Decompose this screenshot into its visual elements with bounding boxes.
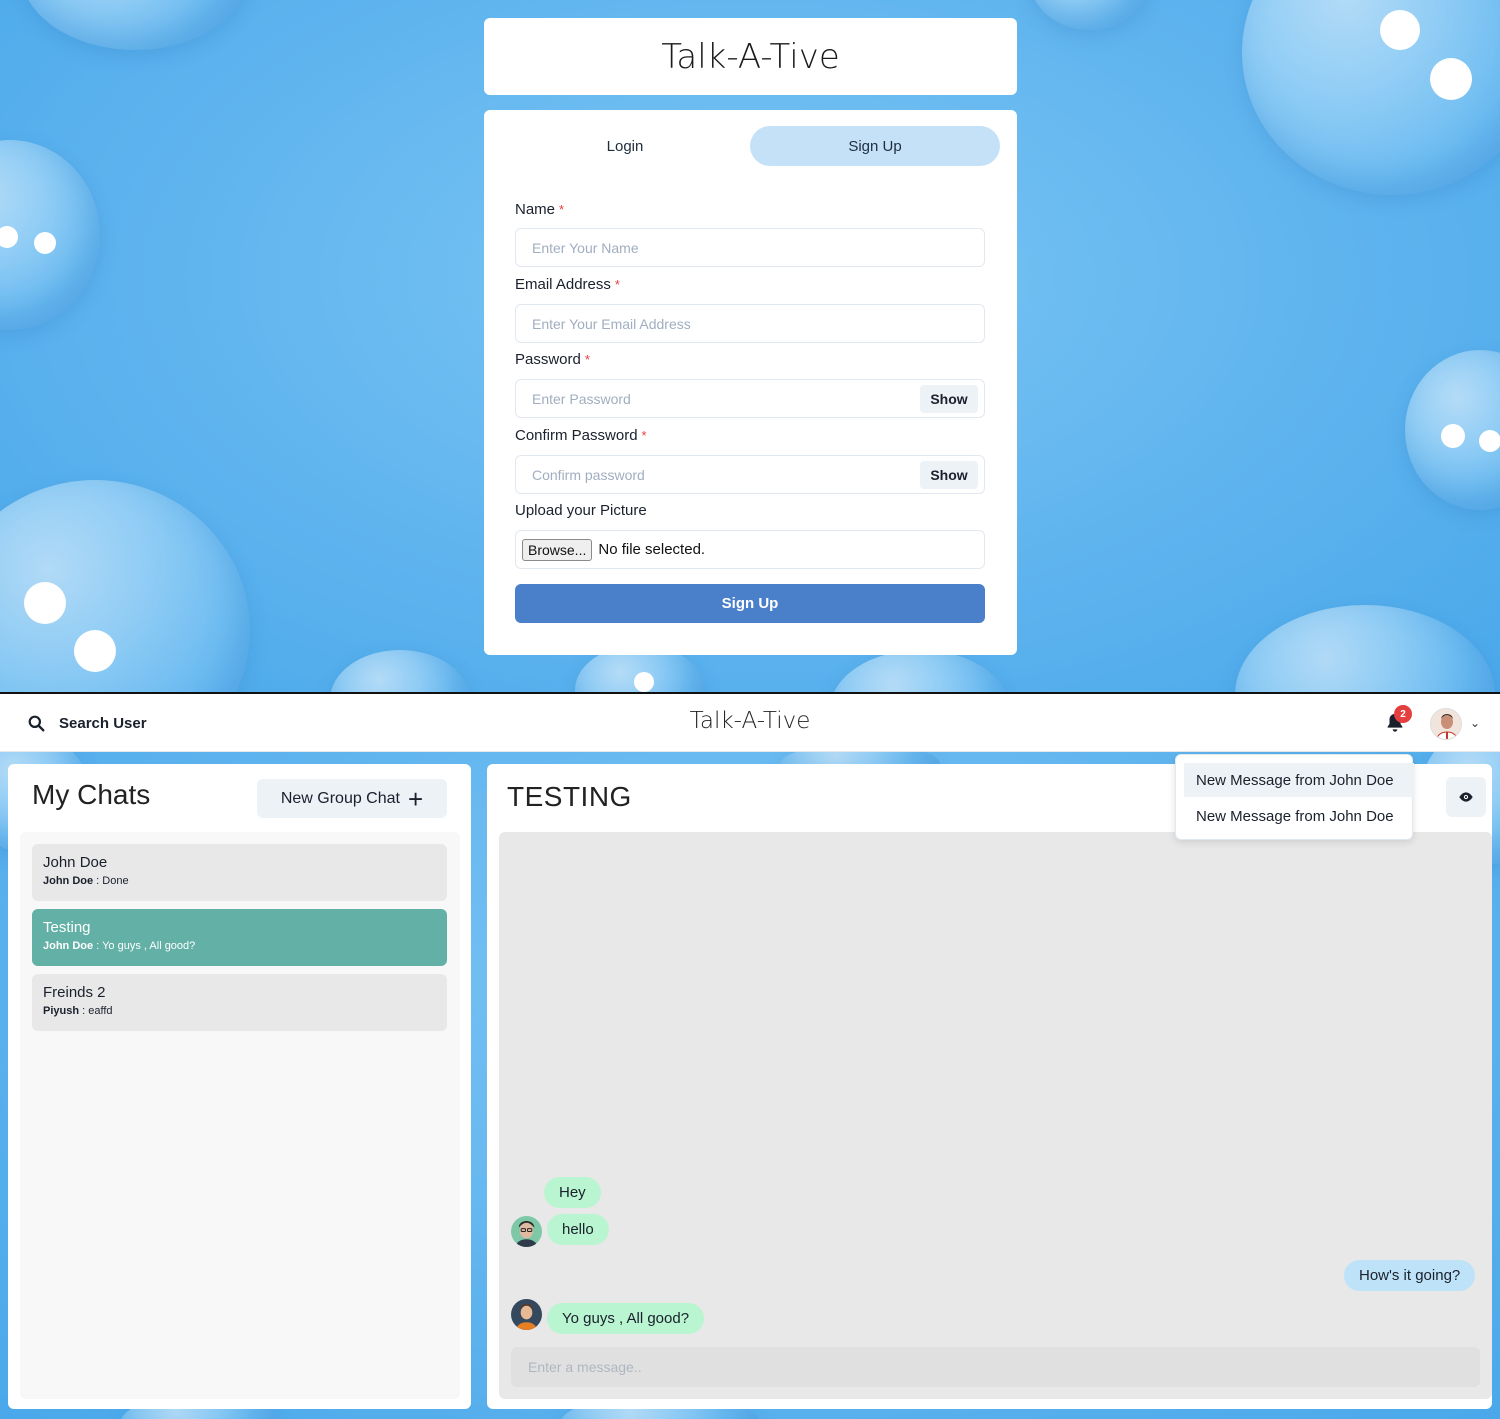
chat-latest-message: Piyush : eaffd	[43, 1005, 436, 1017]
new-group-chat-button[interactable]: New Group Chat +	[257, 779, 447, 818]
notification-badge: 2	[1394, 705, 1412, 723]
eye-icon	[1459, 792, 1473, 802]
picture-file-input[interactable]: Browse... No file selected.	[515, 530, 985, 569]
app-title-card: Talk-A-Tive	[484, 18, 1017, 95]
signup-submit-button[interactable]: Sign Up	[515, 584, 985, 623]
email-field[interactable]: Enter Your Email Address	[515, 304, 985, 343]
top-navbar: Search User Talk-A-Tive 2 ⌄	[0, 694, 1500, 752]
confirm-password-label: Confirm Password *	[515, 427, 647, 444]
sender-avatar-icon	[511, 1299, 542, 1330]
new-group-chat-label: New Group Chat	[280, 789, 400, 807]
chat-name: Testing	[43, 919, 91, 936]
view-profile-button[interactable]	[1446, 777, 1486, 817]
app-title: Talk-A-Tive	[661, 36, 840, 77]
chat-name: John Doe	[43, 854, 108, 871]
required-mark: *	[641, 428, 647, 443]
confirm-password-placeholder: Confirm password	[532, 466, 645, 483]
tab-login[interactable]: Login	[500, 126, 750, 166]
auth-form-card: Login Sign Up Name * Enter Your Name Emai…	[484, 110, 1017, 655]
latest-preview: Done	[102, 875, 129, 887]
chat-item-freinds-2[interactable]: Freinds 2 Piyush : eaffd	[32, 974, 447, 1031]
latest-sender: John Doe	[43, 940, 94, 952]
sender-avatar-icon	[511, 1216, 542, 1247]
latest-sender: Piyush	[43, 1005, 80, 1017]
latest-preview: eaffd	[88, 1005, 113, 1017]
avatar[interactable]	[1430, 708, 1462, 740]
required-mark: *	[614, 277, 620, 292]
chat-latest-message: John Doe : Done	[43, 875, 436, 887]
message-bubble: hello	[547, 1214, 609, 1245]
latest-separator: :	[93, 940, 103, 952]
sender-avatar[interactable]	[511, 1216, 542, 1247]
upload-picture-label: Upload your Picture	[515, 502, 647, 519]
tab-signup[interactable]: Sign Up	[750, 126, 1000, 166]
message-input[interactable]: Enter a message..	[511, 1347, 1480, 1387]
sender-avatar[interactable]	[511, 1299, 542, 1330]
confirm-password-field[interactable]: Confirm password Show	[515, 455, 985, 494]
password-label-text: Password	[515, 351, 581, 368]
password-label: Password *	[515, 351, 590, 368]
latest-sender: John Doe	[43, 875, 94, 887]
messages-area: Hey hello How's it going? Yo guys , All …	[499, 832, 1492, 1399]
plus-icon: +	[407, 783, 424, 814]
message-bubble-outgoing: How's it going?	[1344, 1260, 1476, 1291]
latest-preview: Yo guys , All good?	[102, 940, 196, 952]
chat-item-testing[interactable]: Testing John Doe : Yo guys , All good?	[32, 909, 447, 966]
notification-item[interactable]: New Message from John Doe	[1184, 799, 1414, 833]
name-label-text: Name	[515, 201, 556, 218]
chat-item-john-doe[interactable]: John Doe John Doe : Done	[32, 844, 447, 901]
browse-button[interactable]: Browse...	[522, 538, 593, 561]
name-field[interactable]: Enter Your Name	[515, 228, 985, 267]
notification-menu: New Message from John Doe New Message fr…	[1175, 754, 1414, 840]
name-placeholder: Enter Your Name	[532, 239, 639, 256]
email-placeholder: Enter Your Email Address	[532, 315, 691, 332]
notification-item[interactable]: New Message from John Doe	[1184, 763, 1414, 797]
conversation-panel: TESTING Hey hello How's it going? Yo guy…	[487, 764, 1492, 1409]
conversation-title: TESTING	[507, 781, 632, 812]
name-label: Name *	[515, 201, 564, 218]
my-chats-panel: My Chats New Group Chat + John Doe John …	[8, 764, 471, 1409]
password-placeholder: Enter Password	[532, 390, 631, 407]
chevron-down-icon[interactable]: ⌄	[1470, 716, 1480, 730]
required-mark: *	[584, 352, 590, 367]
confirm-password-label-text: Confirm Password	[515, 427, 638, 444]
chat-name: Freinds 2	[43, 984, 106, 1001]
password-show-button[interactable]: Show	[920, 385, 978, 413]
required-mark: *	[559, 202, 565, 217]
chat-list: John Doe John Doe : Done Testing John Do…	[20, 832, 460, 1399]
navbar-title: Talk-A-Tive	[689, 708, 811, 734]
profile-avatar-icon	[1431, 709, 1461, 739]
message-input-placeholder: Enter a message..	[528, 1359, 642, 1375]
email-label: Email Address *	[515, 276, 620, 293]
file-status: No file selected.	[598, 541, 706, 558]
message-bubble: Hey	[544, 1177, 601, 1208]
message-bubble: Yo guys , All good?	[547, 1303, 705, 1334]
email-label-text: Email Address	[515, 276, 611, 293]
chat-latest-message: John Doe : Yo guys , All good?	[43, 940, 436, 952]
password-field[interactable]: Enter Password Show	[515, 379, 985, 418]
my-chats-title: My Chats	[32, 779, 151, 810]
confirm-password-show-button[interactable]: Show	[920, 461, 978, 489]
latest-separator: :	[79, 1005, 89, 1017]
latest-separator: :	[93, 875, 103, 887]
